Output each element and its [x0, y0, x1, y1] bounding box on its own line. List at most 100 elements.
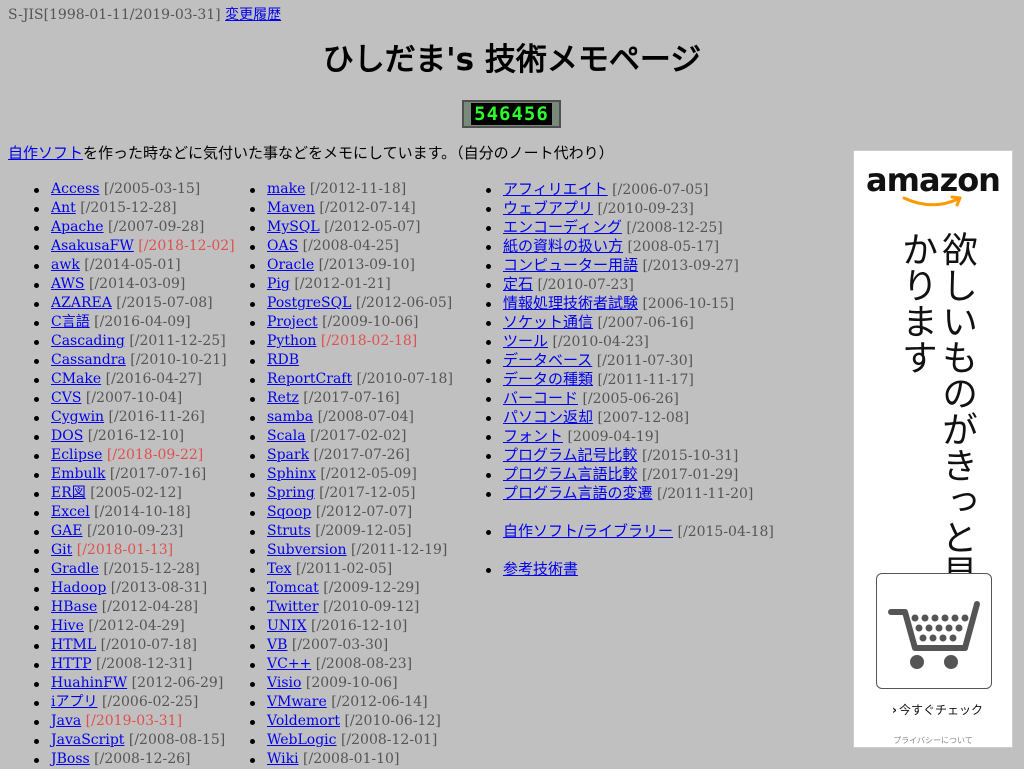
topic-link[interactable]: Tomcat — [267, 580, 319, 596]
update-date: [/2012-05-09] — [320, 466, 417, 482]
topic-link[interactable]: Cassandra — [51, 352, 126, 368]
topic-link[interactable]: Scala — [267, 428, 306, 444]
encoding-dates: S-JIS[1998-01-11/2019-03-31] — [8, 7, 221, 23]
topic-link[interactable]: Twitter — [267, 599, 319, 615]
topic-link[interactable]: AWS — [51, 276, 85, 292]
topic-link[interactable]: RDB — [267, 352, 299, 368]
topic-link[interactable]: HTML — [51, 637, 96, 653]
topic-link[interactable]: 自作ソフト/ライブラリー — [503, 522, 673, 540]
topic-link[interactable]: OAS — [267, 238, 298, 254]
topic-link[interactable]: Maven — [267, 200, 315, 216]
topic-link[interactable]: CMake — [51, 371, 101, 387]
topic-link[interactable]: Subversion — [267, 542, 347, 558]
topic-link[interactable]: ReportCraft — [267, 371, 352, 387]
topic-link[interactable]: Eclipse — [51, 447, 102, 463]
topic-link[interactable]: 紙の資料の扱い方 — [503, 237, 623, 255]
topic-link[interactable]: Java — [51, 713, 81, 729]
topic-link[interactable]: Project — [267, 314, 318, 330]
topic-link[interactable]: awk — [51, 257, 80, 273]
update-date: [/2011-12-25] — [129, 333, 226, 349]
topic-link[interactable]: Hive — [51, 618, 84, 634]
topic-link[interactable]: iアプリ — [51, 694, 97, 710]
topic-link[interactable]: UNIX — [267, 618, 307, 634]
topic-link[interactable]: 定石 — [503, 275, 533, 293]
topic-link[interactable]: Hadoop — [51, 580, 106, 596]
topic-link[interactable]: Voldemort — [267, 713, 340, 729]
topic-list-item: 自作ソフト/ライブラリー [/2015-04-18] — [486, 522, 774, 541]
topic-link[interactable]: 参考技術書 — [503, 560, 578, 578]
topic-link[interactable]: Ant — [51, 200, 76, 216]
topic-link[interactable]: HBase — [51, 599, 97, 615]
topic-link[interactable]: Sqoop — [267, 504, 311, 520]
topic-link[interactable]: パソコン返却 — [503, 408, 593, 426]
topic-link[interactable]: アフィリエイト — [503, 180, 608, 198]
check-now-link[interactable]: › 今すぐチェック — [892, 701, 983, 718]
topic-link[interactable]: Retz — [267, 390, 299, 406]
topic-link[interactable]: DOS — [51, 428, 83, 444]
topic-link[interactable]: PostgreSQL — [267, 295, 351, 311]
change-history-link[interactable]: 変更履歴 — [225, 7, 281, 23]
own-software-link[interactable]: 自作ソフト — [8, 144, 83, 162]
topic-link[interactable]: Oracle — [267, 257, 314, 273]
update-date: [/2012-06-05] — [355, 295, 453, 311]
cart-box[interactable] — [876, 573, 992, 689]
update-date: [/2010-09-12] — [322, 599, 420, 615]
topic-link[interactable]: Tex — [267, 561, 291, 577]
topic-link[interactable]: プログラム言語の変遷 — [503, 484, 653, 502]
topic-link[interactable]: フォント — [503, 427, 563, 445]
topic-link[interactable]: JBoss — [51, 751, 90, 767]
topic-link[interactable]: JavaScript — [51, 732, 124, 748]
topic-link[interactable]: AsakusaFW — [51, 238, 134, 254]
topic-link[interactable]: Cascading — [51, 333, 125, 349]
topic-link[interactable]: CVS — [51, 390, 81, 406]
topic-link[interactable]: ウェブアプリ — [503, 199, 593, 217]
amazon-smile-icon — [902, 195, 962, 207]
topic-link[interactable]: HuahinFW — [51, 675, 127, 691]
topic-link[interactable]: Spark — [267, 447, 309, 463]
topic-list-item: パソコン返却 [2007-12-08] — [486, 408, 774, 427]
update-date: [/2014-03-09] — [88, 276, 186, 292]
topic-link[interactable]: Python — [267, 333, 316, 349]
topic-link[interactable]: ER図 — [51, 485, 86, 501]
topic-link[interactable]: make — [267, 181, 305, 197]
topic-link[interactable]: Visio — [267, 675, 301, 691]
topic-link[interactable]: Sphinx — [267, 466, 316, 482]
topic-link[interactable]: Access — [51, 181, 99, 197]
topic-link[interactable]: ソケット通信 — [503, 313, 593, 331]
topic-link[interactable]: 情報処理技術者試験 — [503, 294, 638, 312]
topic-link[interactable]: HTTP — [51, 656, 92, 672]
topic-link[interactable]: Cygwin — [51, 409, 104, 425]
topic-list-item: CVS [/2007-10-04] — [34, 389, 235, 408]
update-date: [/2017-02-02] — [310, 428, 407, 444]
topic-link[interactable]: VB — [267, 637, 287, 653]
topic-link[interactable]: WebLogic — [267, 732, 337, 748]
topic-link[interactable]: ツール — [503, 332, 548, 350]
topic-link[interactable]: Excel — [51, 504, 90, 520]
topic-link[interactable]: VC++ — [267, 656, 311, 672]
topic-link[interactable]: Pig — [267, 276, 290, 292]
topic-link[interactable]: Wiki — [267, 751, 299, 767]
topic-link[interactable]: GAE — [51, 523, 83, 539]
privacy-link[interactable]: プライバシーについて — [854, 735, 1012, 746]
topic-link[interactable]: Embulk — [51, 466, 105, 482]
intro-sentence: を作った時などに気付いた事などをメモにしています。（自分のノート代わり） — [83, 144, 614, 162]
topic-link[interactable]: データの種類 — [503, 370, 593, 388]
topic-link[interactable]: エンコーディング — [503, 218, 622, 236]
topic-link[interactable]: AZAREA — [51, 295, 112, 311]
topic-link[interactable]: プログラム言語比較 — [503, 465, 638, 483]
topic-link[interactable]: VMware — [267, 694, 327, 710]
topic-link[interactable]: C言語 — [51, 314, 90, 330]
update-date: [/2010-06-12] — [344, 713, 441, 729]
topic-link[interactable]: Apache — [51, 219, 104, 235]
topic-link[interactable]: バーコード — [503, 389, 578, 407]
topic-link[interactable]: MySQL — [267, 219, 320, 235]
topic-link[interactable]: データベース — [503, 351, 592, 369]
amazon-ad-banner[interactable]: amazon 欲しいものがきっと見つかります › 今すぐチェック プライバシーにつ… — [853, 150, 1013, 748]
topic-link[interactable]: Gradle — [51, 561, 99, 577]
topic-link[interactable]: Spring — [267, 485, 315, 501]
topic-link[interactable]: Git — [51, 542, 72, 558]
topic-link[interactable]: プログラム記号比較 — [503, 446, 638, 464]
topic-link[interactable]: コンピューター用語 — [503, 256, 638, 274]
topic-link[interactable]: samba — [267, 409, 313, 425]
topic-link[interactable]: Struts — [267, 523, 311, 539]
